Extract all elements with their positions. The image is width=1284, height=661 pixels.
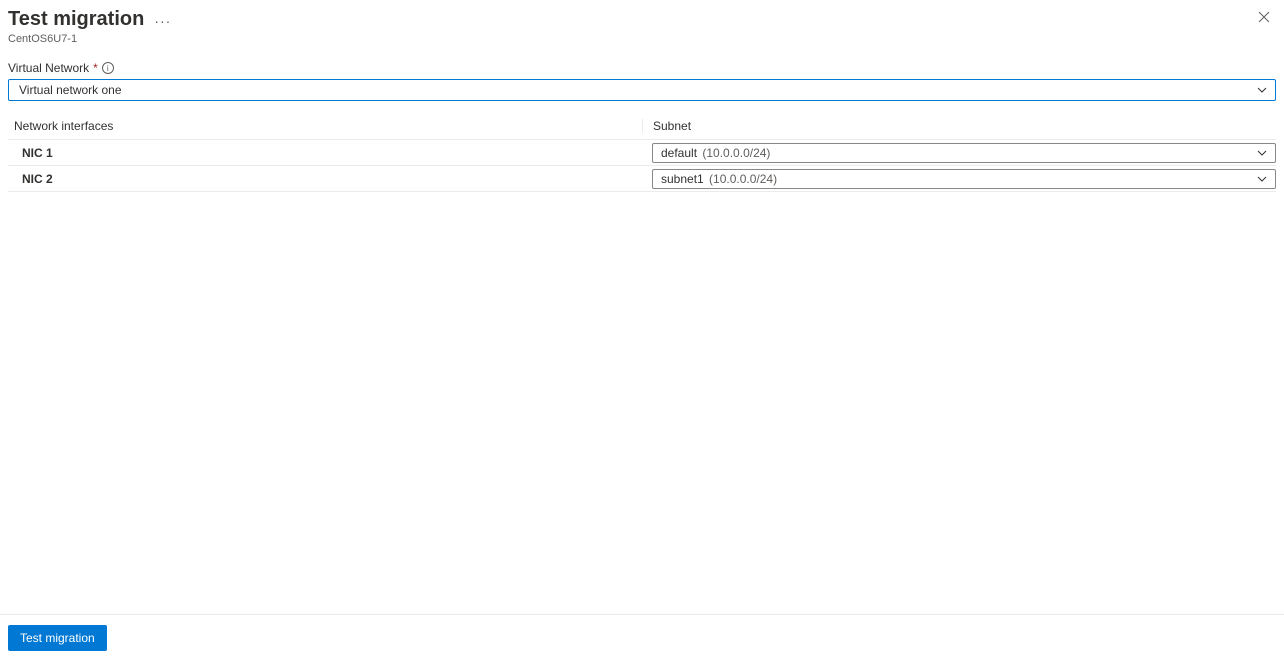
- subnet-cell: subnet1 (10.0.0.0/24): [642, 167, 1276, 191]
- subnet-select[interactable]: default (10.0.0.0/24): [652, 143, 1276, 163]
- test-migration-button[interactable]: Test migration: [8, 625, 107, 651]
- subnet-name: default: [661, 146, 697, 160]
- table-row: NIC 1 default (10.0.0.0/24): [8, 140, 1276, 166]
- subnet-value: default (10.0.0.0/24): [661, 146, 770, 160]
- virtual-network-value: Virtual network one: [19, 83, 122, 97]
- virtual-network-label-text: Virtual Network: [8, 61, 89, 75]
- nic-table: Network interfaces Subnet NIC 1 default …: [8, 113, 1276, 192]
- panel-subtitle: CentOS6U7-1: [0, 33, 1284, 61]
- panel-header: Test migration ···: [0, 0, 1284, 33]
- page-title: Test migration: [8, 8, 144, 31]
- subnet-name: subnet1: [661, 172, 704, 186]
- close-icon[interactable]: [1252, 8, 1276, 28]
- virtual-network-label: Virtual Network * i: [8, 61, 1276, 75]
- subnet-value: subnet1 (10.0.0.0/24): [661, 172, 777, 186]
- column-header-subnet: Subnet: [642, 119, 1276, 133]
- nic-name: NIC 2: [8, 172, 642, 186]
- subnet-cell: default (10.0.0.0/24): [642, 141, 1276, 165]
- table-row: NIC 2 subnet1 (10.0.0.0/24): [8, 166, 1276, 192]
- chevron-down-icon: [1257, 176, 1267, 182]
- panel-content: Virtual Network * i Virtual network one …: [0, 61, 1284, 614]
- header-left: Test migration ···: [8, 8, 171, 31]
- required-indicator: *: [93, 61, 98, 75]
- table-header: Network interfaces Subnet: [8, 113, 1276, 140]
- subnet-cidr: (10.0.0.0/24): [709, 172, 777, 186]
- column-header-nic: Network interfaces: [8, 119, 642, 133]
- nic-name: NIC 1: [8, 146, 642, 160]
- subnet-select[interactable]: subnet1 (10.0.0.0/24): [652, 169, 1276, 189]
- more-icon[interactable]: ···: [154, 13, 171, 29]
- subnet-cidr: (10.0.0.0/24): [702, 146, 770, 160]
- virtual-network-select[interactable]: Virtual network one: [8, 79, 1276, 101]
- chevron-down-icon: [1257, 150, 1267, 156]
- panel-footer: Test migration: [0, 614, 1284, 661]
- info-icon[interactable]: i: [102, 62, 114, 74]
- chevron-down-icon: [1257, 87, 1267, 93]
